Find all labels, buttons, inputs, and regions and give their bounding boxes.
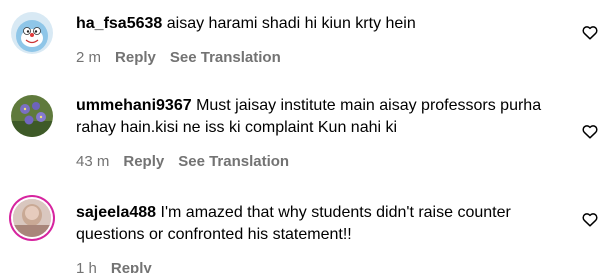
see-translation-button[interactable]: See Translation — [170, 49, 281, 66]
cartoon-avatar-icon — [11, 12, 53, 54]
heart-outline-icon[interactable] — [582, 124, 598, 139]
comment-text: sajeela488 I'm amazed that why students … — [76, 202, 566, 246]
reply-button[interactable]: Reply — [111, 260, 152, 273]
comment-meta: 1 h Reply — [76, 260, 566, 273]
comment-text: ummehani9367 Must jaisay institute main … — [76, 95, 566, 139]
heart-outline-icon[interactable] — [582, 25, 598, 40]
comment-message: aisay harami shadi hi kiun krty hein — [166, 15, 416, 32]
heart-outline-icon[interactable] — [582, 212, 598, 227]
comment-time: 2 m — [76, 49, 102, 66]
comments-list: ha_fsa5638 aisay harami shadi hi kiun kr… — [0, 0, 603, 273]
reply-button[interactable]: Reply — [123, 153, 164, 170]
avatar-story-ring[interactable] — [13, 199, 51, 237]
see-translation-button[interactable]: See Translation — [178, 153, 289, 170]
photo-avatar-icon — [13, 199, 51, 237]
flower-avatar-icon — [11, 95, 53, 137]
comment-text: ha_fsa5638 aisay harami shadi hi kiun kr… — [76, 13, 566, 35]
comment-time: 1 h — [76, 260, 97, 273]
comment-meta: 43 m Reply See Translation — [76, 153, 566, 171]
comment-username[interactable]: ummehani9367 — [76, 97, 192, 114]
comment-meta: 2 m Reply See Translation — [76, 49, 566, 67]
reply-button[interactable]: Reply — [115, 49, 156, 66]
comment-username[interactable]: sajeela488 — [76, 204, 156, 221]
avatar[interactable] — [11, 12, 53, 54]
comment-time: 43 m — [76, 153, 110, 170]
comment-username[interactable]: ha_fsa5638 — [76, 15, 162, 32]
avatar[interactable] — [11, 95, 53, 137]
